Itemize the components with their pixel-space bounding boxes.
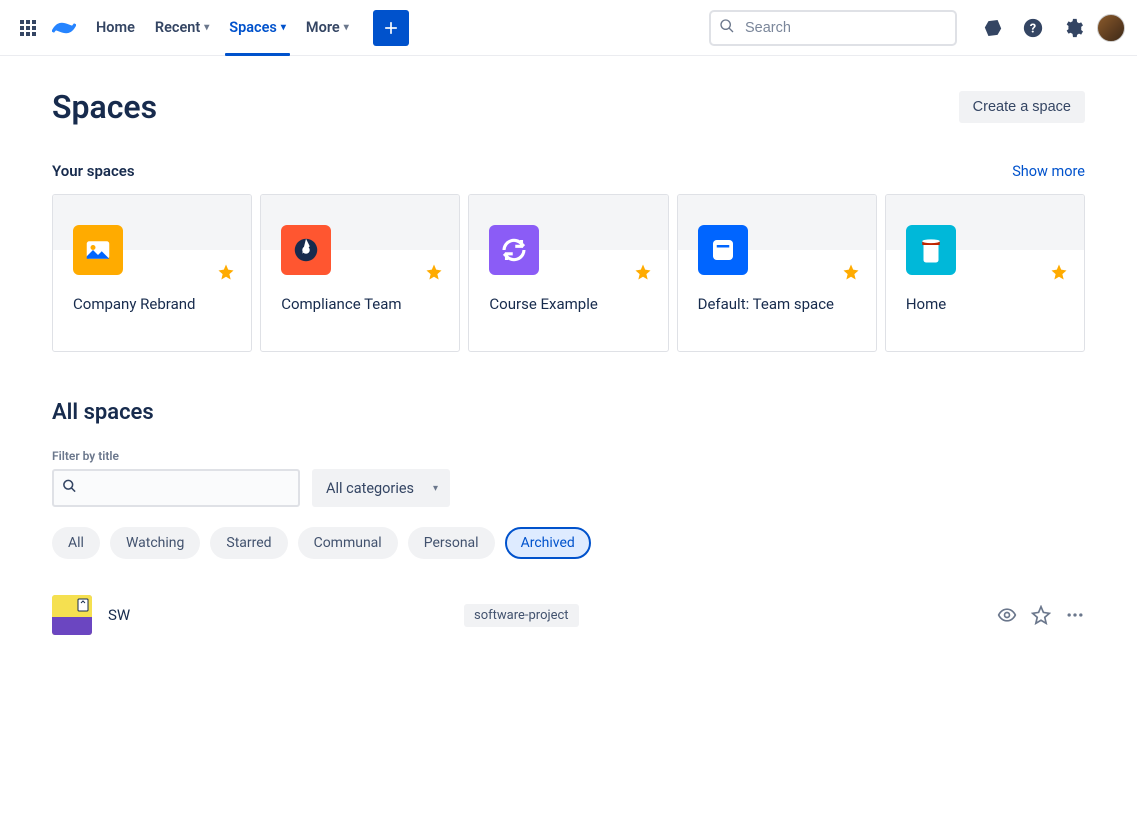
space-card-title: Default: Team space	[698, 295, 860, 313]
nav-items: Home Recent▾ Spaces▾ More▾	[88, 0, 357, 56]
nav-spaces[interactable]: Spaces▾	[221, 0, 294, 56]
filter-pill-archived[interactable]: Archived	[505, 527, 591, 559]
space-card[interactable]: Home	[885, 194, 1085, 352]
filter-title-input[interactable]	[52, 469, 300, 507]
chevron-down-icon: ▾	[281, 22, 286, 33]
more-icon[interactable]	[1065, 605, 1085, 625]
show-more-link[interactable]: Show more	[1012, 163, 1085, 180]
space-card[interactable]: Course Example	[468, 194, 668, 352]
space-row[interactable]: SW software-project	[52, 587, 1085, 643]
app-switcher-icon[interactable]	[12, 12, 44, 44]
space-card-icon	[73, 225, 123, 275]
filter-pills: All Watching Starred Communal Personal Archiv…	[52, 527, 1085, 559]
filter-pill-communal[interactable]: Communal	[298, 527, 398, 559]
space-card-title: Company Rebrand	[73, 295, 235, 313]
space-row-tag: software-project	[464, 604, 579, 627]
star-icon[interactable]	[842, 263, 860, 285]
your-spaces-cards: Company Rebrand Compliance Team Course E…	[52, 194, 1085, 352]
settings-icon[interactable]	[1057, 12, 1089, 44]
chevron-down-icon: ▾	[344, 22, 349, 33]
search-input[interactable]	[709, 10, 957, 46]
your-spaces-heading: Your spaces	[52, 162, 135, 180]
create-button[interactable]	[373, 10, 409, 46]
page-title: Spaces	[52, 88, 157, 126]
nav-recent[interactable]: Recent▾	[147, 0, 217, 56]
filter-label: Filter by title	[52, 449, 1085, 463]
space-card-title: Home	[906, 295, 1068, 313]
star-icon[interactable]	[217, 263, 235, 285]
filter-pill-all[interactable]: All	[52, 527, 100, 559]
all-spaces-heading: All spaces	[52, 400, 1085, 425]
search-icon	[719, 18, 735, 38]
star-icon[interactable]	[425, 263, 443, 285]
help-icon[interactable]: ?	[1017, 12, 1049, 44]
svg-text:?: ?	[1030, 21, 1036, 36]
filter-pill-starred[interactable]: Starred	[210, 527, 287, 559]
search-icon	[62, 479, 77, 498]
space-card-title: Compliance Team	[281, 295, 443, 313]
filter-pill-watching[interactable]: Watching	[110, 527, 200, 559]
space-card[interactable]: Compliance Team	[260, 194, 460, 352]
avatar[interactable]	[1097, 14, 1125, 42]
chevron-down-icon: ▾	[204, 22, 209, 33]
space-card-icon	[698, 225, 748, 275]
nav-more[interactable]: More▾	[298, 0, 357, 56]
chevron-down-icon: ▾	[433, 483, 438, 494]
top-nav: Home Recent▾ Spaces▾ More▾ ?	[0, 0, 1137, 56]
search-wrap	[709, 10, 957, 46]
space-row-name: SW	[108, 606, 448, 624]
space-card[interactable]: Company Rebrand	[52, 194, 252, 352]
plus-icon	[381, 18, 401, 38]
star-icon[interactable]	[1031, 605, 1051, 625]
star-icon[interactable]	[1050, 263, 1068, 285]
space-card-title: Course Example	[489, 295, 651, 313]
category-select[interactable]: All categories ▾	[312, 469, 450, 507]
filter-pill-personal[interactable]: Personal	[408, 527, 495, 559]
create-space-button[interactable]: Create a space	[959, 91, 1085, 123]
confluence-logo-icon[interactable]	[52, 16, 76, 40]
space-rows: SW software-project	[52, 587, 1085, 643]
space-card-icon	[281, 225, 331, 275]
nav-home[interactable]: Home	[88, 0, 143, 56]
space-card[interactable]: Default: Team space	[677, 194, 877, 352]
space-card-icon	[489, 225, 539, 275]
notifications-icon[interactable]	[977, 12, 1009, 44]
space-row-icon	[52, 595, 92, 635]
space-card-icon	[906, 225, 956, 275]
watch-icon[interactable]	[997, 605, 1017, 625]
star-icon[interactable]	[634, 263, 652, 285]
